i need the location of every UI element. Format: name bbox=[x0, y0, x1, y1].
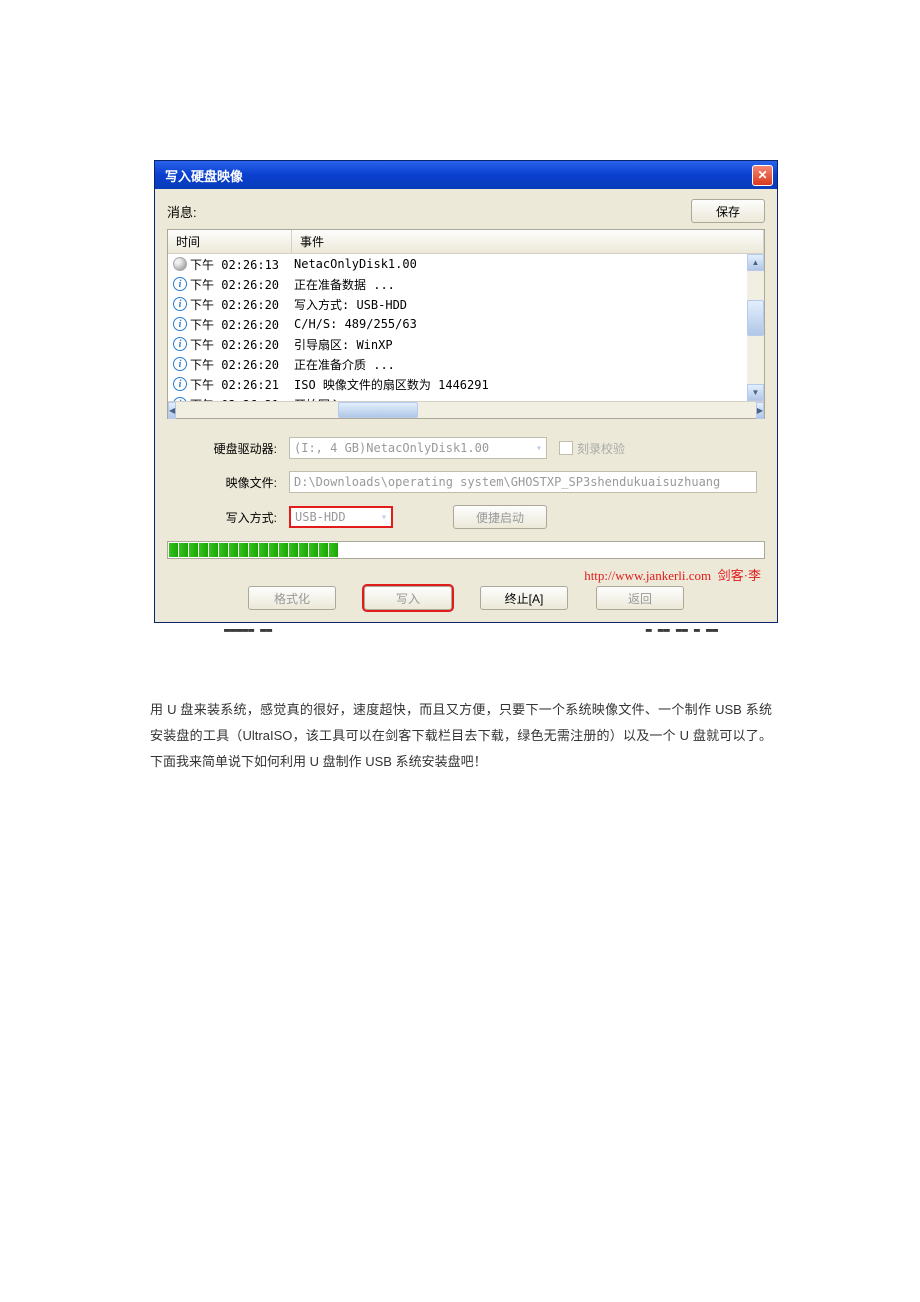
write-method-dropdown[interactable]: USB-HDD ▾ bbox=[289, 506, 393, 528]
disk-icon bbox=[172, 256, 188, 272]
method-label: 写入方式: bbox=[173, 509, 289, 526]
scroll-left-icon[interactable]: ◀ bbox=[168, 402, 176, 419]
write-disk-image-dialog: 写入硬盘映像 ✕ 消息: 保存 时间 事件 下午 02:26:13NetacOn… bbox=[154, 160, 778, 623]
titlebar: 写入硬盘映像 ✕ bbox=[155, 161, 777, 189]
progress-bar bbox=[167, 541, 765, 559]
row-event: 引导扇区: WinXP bbox=[292, 336, 747, 353]
row-event: 写入方式: USB-HDD bbox=[292, 296, 747, 313]
back-button[interactable]: 返回 bbox=[596, 586, 684, 610]
write-button[interactable]: 写入 bbox=[364, 586, 452, 610]
scroll-right-icon[interactable]: ▶ bbox=[756, 402, 764, 419]
verify-checkbox[interactable] bbox=[559, 441, 573, 455]
image-path-field[interactable]: D:\Downloads\operating system\GHOSTXP_SP… bbox=[289, 471, 757, 493]
row-event: 正在准备数据 ... bbox=[292, 276, 747, 293]
row-event: 正在准备介质 ... bbox=[292, 356, 747, 373]
row-time: 下午 02:26:20 bbox=[190, 356, 292, 373]
horizontal-scrollbar[interactable]: ◀ ▶ bbox=[168, 401, 764, 418]
under-fragment: ▬▬▬▬▬ ▬▬▬ ▬▬ ▬▬ ▬ ▬▬ bbox=[154, 625, 778, 639]
drive-dropdown[interactable]: (I:, 4 GB)NetacOnlyDisk1.00 ▾ bbox=[289, 437, 547, 459]
vertical-scrollbar[interactable]: ▲ ▼ bbox=[747, 254, 764, 401]
method-value: USB-HDD bbox=[295, 510, 346, 524]
scroll-down-icon[interactable]: ▼ bbox=[747, 384, 764, 401]
row-event: NetacOnlyDisk1.00 bbox=[292, 257, 747, 271]
row-time: 下午 02:26:20 bbox=[190, 276, 292, 293]
list-row[interactable]: i下午 02:26:21开始写入 ... bbox=[168, 394, 747, 401]
quick-boot-button[interactable]: 便捷启动 bbox=[453, 505, 547, 529]
list-row[interactable]: i下午 02:26:20正在准备数据 ... bbox=[168, 274, 747, 294]
list-row[interactable]: i下午 02:26:20写入方式: USB-HDD bbox=[168, 294, 747, 314]
info-icon: i bbox=[172, 276, 188, 292]
close-icon: ✕ bbox=[757, 168, 767, 182]
format-button[interactable]: 格式化 bbox=[248, 586, 336, 610]
chevron-down-icon: ▾ bbox=[381, 512, 387, 523]
abort-button[interactable]: 终止[A] bbox=[480, 586, 568, 610]
info-icon: i bbox=[172, 316, 188, 332]
info-icon: i bbox=[172, 376, 188, 392]
verify-label: 刻录校验 bbox=[577, 440, 625, 457]
chevron-down-icon: ▾ bbox=[536, 443, 542, 454]
window-title: 写入硬盘映像 bbox=[165, 166, 243, 185]
hscroll-thumb[interactable] bbox=[338, 402, 418, 418]
info-icon: i bbox=[172, 356, 188, 372]
row-time: 下午 02:26:13 bbox=[190, 256, 292, 273]
drive-value: (I:, 4 GB)NetacOnlyDisk1.00 bbox=[294, 441, 489, 455]
row-time: 下午 02:26:20 bbox=[190, 336, 292, 353]
col-time[interactable]: 时间 bbox=[168, 230, 292, 253]
row-time: 下午 02:26:20 bbox=[190, 296, 292, 313]
scroll-up-icon[interactable]: ▲ bbox=[747, 254, 764, 271]
list-row[interactable]: i下午 02:26:20C/H/S: 489/255/63 bbox=[168, 314, 747, 334]
message-list: 时间 事件 下午 02:26:13NetacOnlyDisk1.00i下午 02… bbox=[167, 229, 765, 419]
row-time: 下午 02:26:20 bbox=[190, 316, 292, 333]
col-event[interactable]: 事件 bbox=[292, 230, 764, 253]
list-row[interactable]: i下午 02:26:20正在准备介质 ... bbox=[168, 354, 747, 374]
info-icon: i bbox=[172, 336, 188, 352]
list-row[interactable]: i下午 02:26:21ISO 映像文件的扇区数为 1446291 bbox=[168, 374, 747, 394]
row-event: ISO 映像文件的扇区数为 1446291 bbox=[292, 376, 747, 393]
message-label: 消息: bbox=[167, 202, 197, 221]
save-button[interactable]: 保存 bbox=[691, 199, 765, 223]
list-row[interactable]: 下午 02:26:13NetacOnlyDisk1.00 bbox=[168, 254, 747, 274]
drive-label: 硬盘驱动器: bbox=[173, 440, 289, 457]
info-icon: i bbox=[172, 296, 188, 312]
row-time: 下午 02:26:21 bbox=[190, 376, 292, 393]
row-event: C/H/S: 489/255/63 bbox=[292, 317, 747, 331]
watermark: http://www.jankerli.com 剑客·李 bbox=[167, 565, 765, 584]
list-header: 时间 事件 bbox=[168, 230, 764, 254]
close-button[interactable]: ✕ bbox=[752, 165, 773, 186]
article-paragraph: 用 U 盘来装系统，感觉真的很好，速度超快，而且又方便，只要下一个系统映像文件、… bbox=[150, 697, 772, 775]
list-row[interactable]: i下午 02:26:20引导扇区: WinXP bbox=[168, 334, 747, 354]
scroll-thumb[interactable] bbox=[747, 300, 764, 336]
image-label: 映像文件: bbox=[173, 474, 289, 491]
